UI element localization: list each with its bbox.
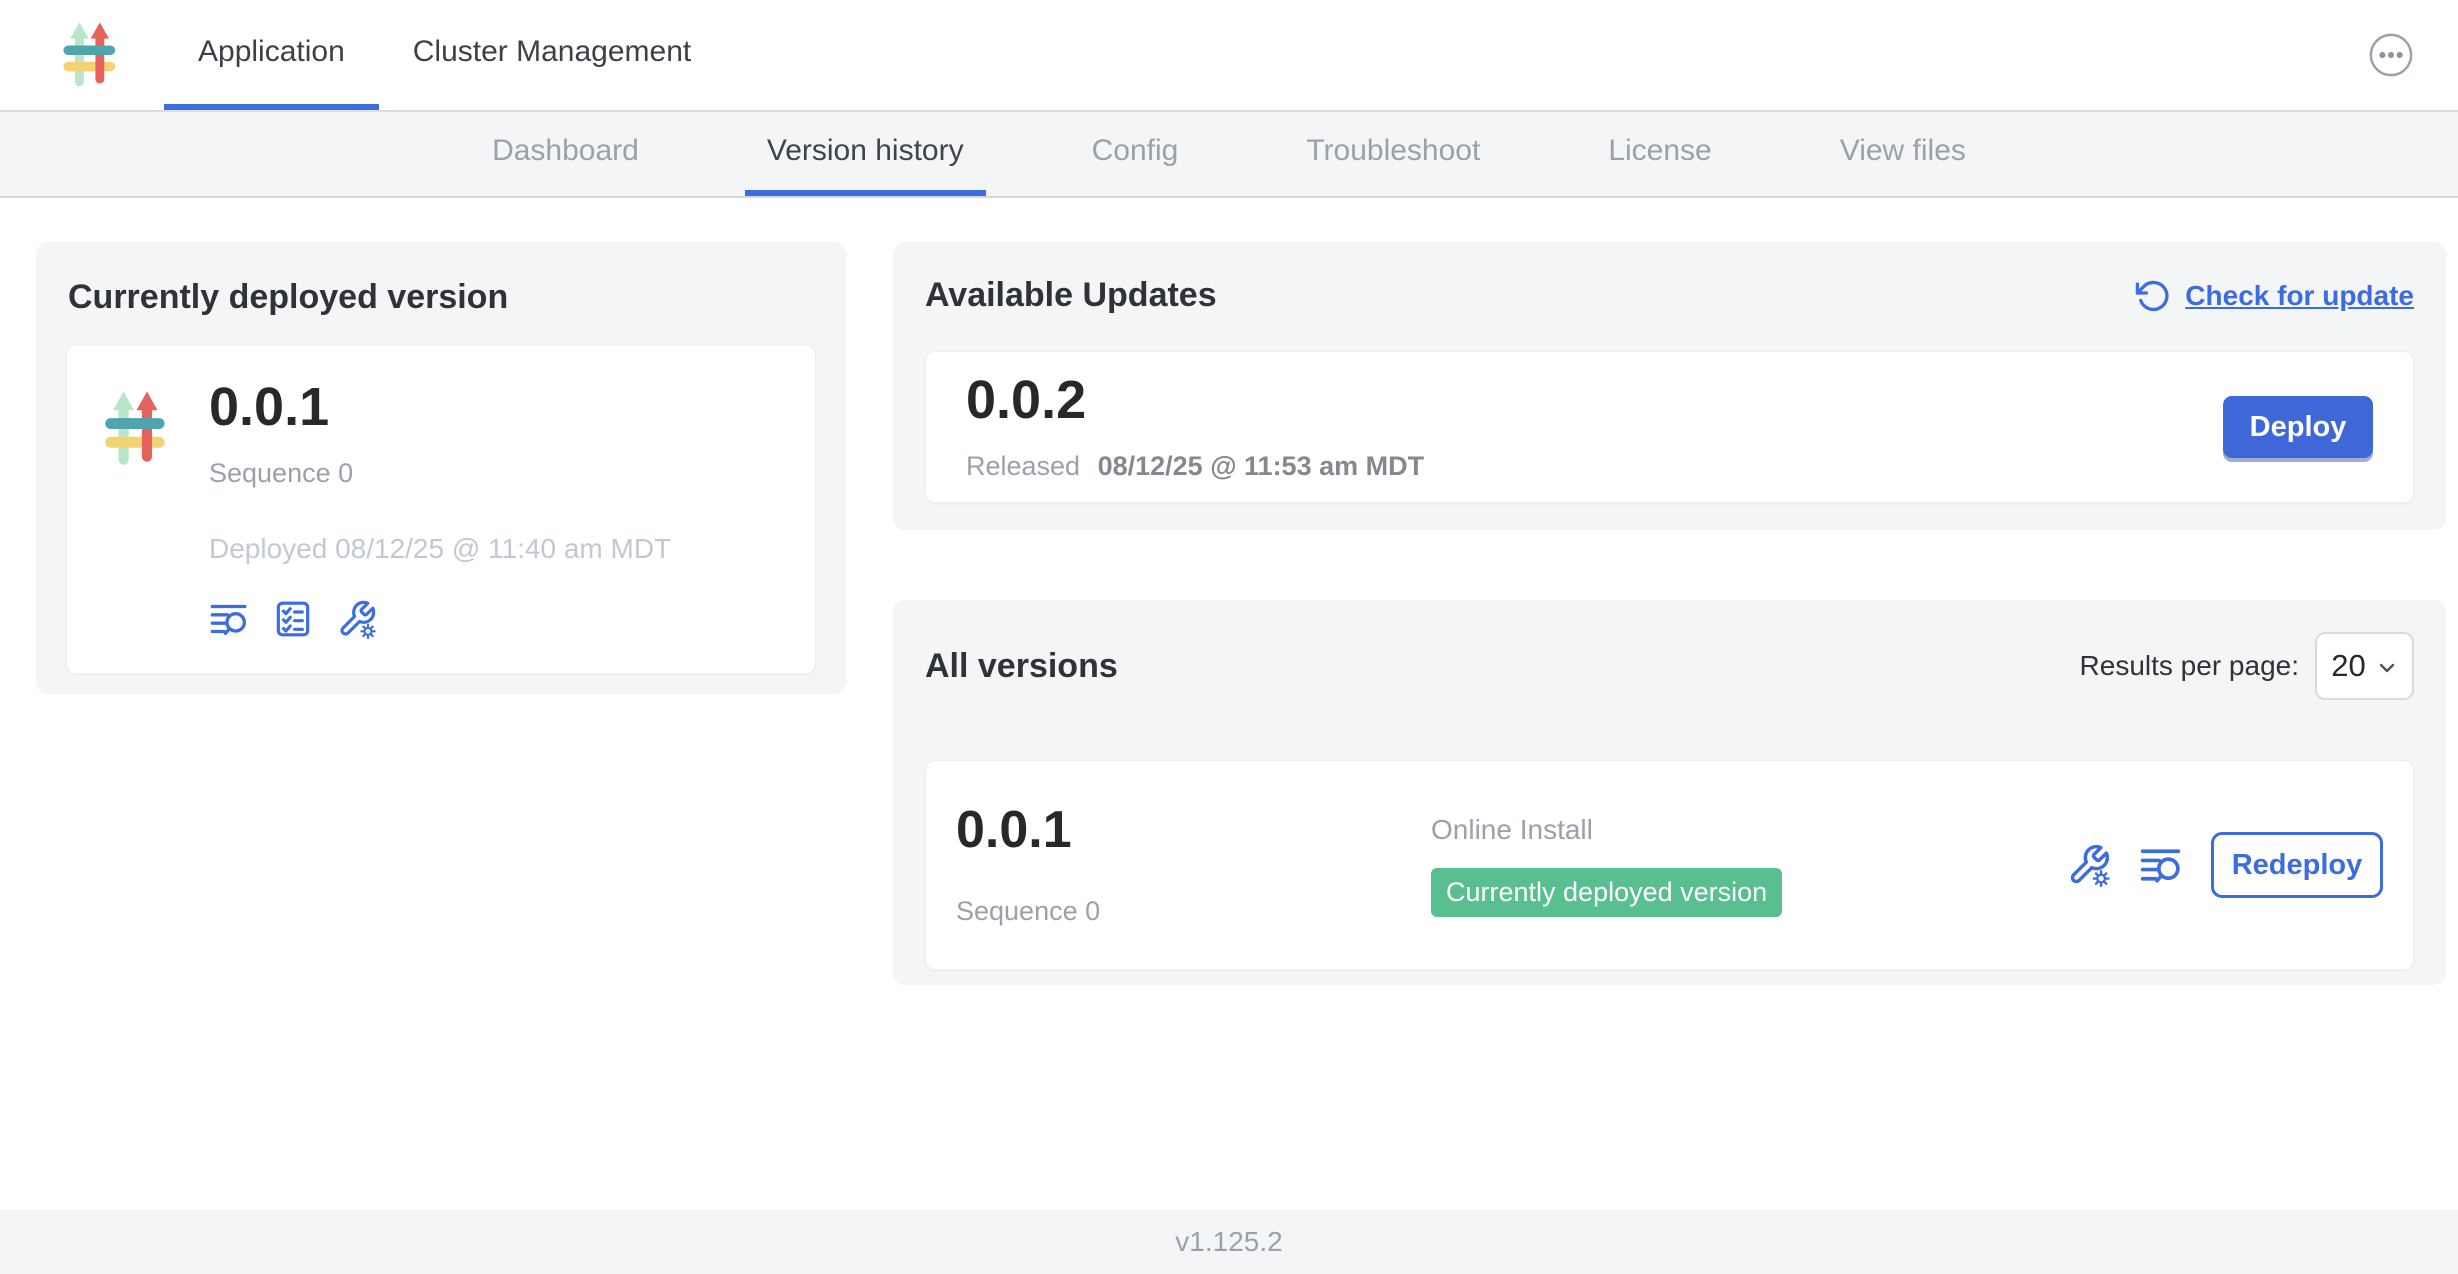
deployed-action-icons	[209, 599, 671, 639]
update-version-info: 0.0.2 Released 08/12/25 @ 11:53 am MDT	[966, 373, 1424, 482]
subnav-tab-dashboard-label: Dashboard	[492, 134, 639, 168]
check-for-update-link[interactable]: Check for update	[2135, 278, 2414, 314]
app-logo-icon	[58, 14, 126, 96]
deployed-sequence: Sequence 0	[209, 458, 671, 489]
search-logs-icon[interactable]	[2139, 843, 2183, 887]
subnav-tab-troubleshoot[interactable]: Troubleshoot	[1284, 112, 1502, 196]
subnav-tab-license-label: License	[1608, 134, 1711, 168]
chevron-down-icon	[2376, 657, 2398, 679]
all-versions-title: All versions	[925, 647, 1118, 686]
available-updates-header: Available Updates Check for update	[893, 242, 2446, 315]
available-updates-title: Available Updates	[925, 276, 1217, 315]
redeploy-button[interactable]: Redeploy	[2211, 832, 2383, 898]
refresh-ccw-icon	[2135, 278, 2171, 314]
app-header: Application Cluster Management	[0, 0, 2458, 112]
update-released-line: Released 08/12/25 @ 11:53 am MDT	[966, 451, 1424, 482]
results-per-page: Results per page: 20	[2080, 632, 2414, 700]
app-footer: v1.125.2	[0, 1210, 2458, 1274]
subnav-tab-license[interactable]: License	[1586, 112, 1733, 196]
row-version-info: 0.0.1 Sequence 0	[956, 804, 1431, 927]
subnav-tab-version-history[interactable]: Version history	[745, 112, 986, 196]
currently-deployed-panel: Currently deployed version 0.0.1 Sequenc…	[36, 242, 846, 694]
results-per-page-value: 20	[2331, 648, 2365, 684]
released-timestamp: 08/12/25 @ 11:53 am MDT	[1098, 451, 1425, 481]
row-status: Online Install Currently deployed versio…	[1431, 814, 1782, 917]
results-per-page-select[interactable]: 20	[2315, 632, 2414, 700]
header-tab-application[interactable]: Application	[164, 0, 379, 110]
available-updates-panel: Available Updates Check for update 0.0.2…	[893, 242, 2446, 530]
version-row: 0.0.1 Sequence 0 Online Install Currentl…	[925, 760, 2414, 970]
subnav-tab-dashboard[interactable]: Dashboard	[470, 112, 661, 196]
subnav-tab-config-label: Config	[1092, 134, 1179, 168]
header-tab-application-label: Application	[198, 35, 345, 69]
header-tabs: Application Cluster Management	[164, 0, 725, 110]
currently-deployed-badge: Currently deployed version	[1431, 868, 1782, 917]
config-wrench-icon[interactable]	[337, 599, 377, 639]
row-install-type: Online Install	[1431, 814, 1782, 846]
currently-deployed-card: 0.0.1 Sequence 0 Deployed 08/12/25 @ 11:…	[66, 345, 816, 674]
console-version: v1.125.2	[1175, 1226, 1282, 1258]
subnav-tab-view-files-label: View files	[1840, 134, 1966, 168]
subnav-tab-troubleshoot-label: Troubleshoot	[1306, 134, 1480, 168]
row-sequence: Sequence 0	[956, 896, 1431, 927]
subnav-tab-view-files[interactable]: View files	[1818, 112, 1988, 196]
deployed-version-number: 0.0.1	[209, 380, 671, 434]
header-tab-cluster-management-label: Cluster Management	[413, 35, 691, 69]
released-label: Released	[966, 451, 1080, 481]
deploy-button[interactable]: Deploy	[2223, 396, 2373, 458]
preflight-checklist-icon[interactable]	[273, 599, 313, 639]
search-logs-icon[interactable]	[209, 599, 249, 639]
results-per-page-label: Results per page:	[2080, 650, 2299, 682]
ellipsis-menu-icon[interactable]	[2368, 32, 2414, 78]
header-tab-cluster-management[interactable]: Cluster Management	[379, 0, 725, 110]
all-versions-header: All versions Results per page: 20	[893, 600, 2446, 700]
subnav-tab-version-history-label: Version history	[767, 134, 964, 168]
currently-deployed-title: Currently deployed version	[36, 242, 846, 345]
subnav-tab-config[interactable]: Config	[1070, 112, 1201, 196]
deployed-timestamp: Deployed 08/12/25 @ 11:40 am MDT	[209, 533, 671, 565]
row-version-number: 0.0.1	[956, 804, 1431, 856]
app-logo-icon	[99, 382, 177, 476]
row-actions: Redeploy	[2067, 832, 2383, 898]
update-version-number: 0.0.2	[966, 373, 1424, 427]
app-subnav: Dashboard Version history Config Trouble…	[0, 112, 2458, 198]
config-wrench-icon[interactable]	[2067, 843, 2111, 887]
all-versions-panel: All versions Results per page: 20 0.0.1 …	[893, 600, 2446, 985]
check-for-update-label: Check for update	[2185, 280, 2414, 312]
available-update-card: 0.0.2 Released 08/12/25 @ 11:53 am MDT D…	[925, 351, 2414, 503]
deployed-version-info: 0.0.1 Sequence 0 Deployed 08/12/25 @ 11:…	[209, 380, 671, 639]
